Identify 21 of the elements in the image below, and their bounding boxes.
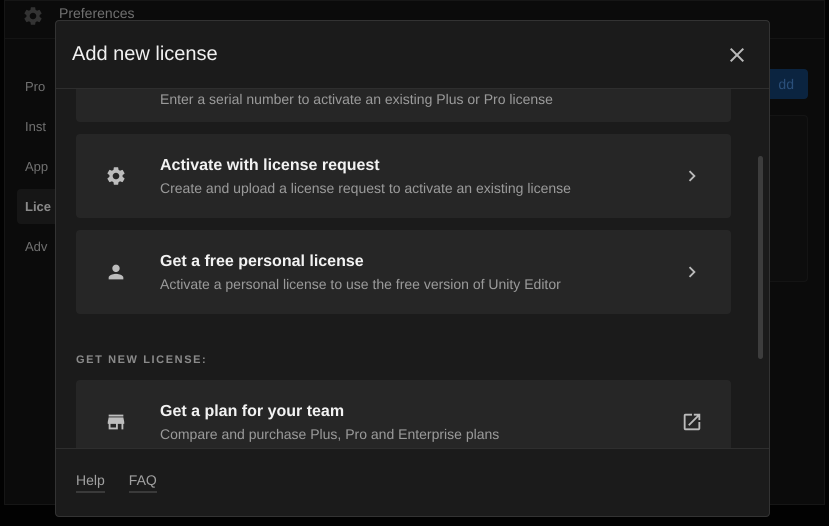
footer-link[interactable]: FAQ [128,472,157,493]
section-heading: GET NEW LICENSE: [76,354,208,366]
window-title: Preferences [59,5,134,21]
option-card[interactable]: Get a plan for your team Compare and purchase Plus, Pro and Enterprise plans [76,380,731,448]
option-title: Activate with license request [160,156,381,174]
gear-icon [105,165,127,187]
option-card[interactable]: Activate with license request Create and upload a license request to activate an existing license [76,134,731,218]
footer-link[interactable]: Help [76,472,105,493]
option-title: Get a plan for your team [160,402,346,420]
option-description: Compare and purchase Plus, Pro and Enterprise plans [160,426,500,442]
option-card[interactable]: Get a free personal license Activate a personal license to use the free version of Unity Editor [76,230,731,314]
scrollbar-thumb[interactable] [758,156,763,359]
option-description: Enter a serial number to activate an existing Plus or Pro license [160,91,554,107]
dialog-title: Add new license [72,43,218,66]
gear-icon [22,5,44,27]
open-link-button[interactable] [681,411,703,433]
option-title: Get a free personal license [160,252,365,270]
option-description: Activate a personal license to use the free version of Unity Editor [160,276,562,292]
option-card[interactable]: Enter a serial number to activate an existing Plus or Pro license [76,89,731,122]
option-description: Create and upload a license request to activate an existing license [160,180,572,196]
external-link-icon [681,411,703,433]
